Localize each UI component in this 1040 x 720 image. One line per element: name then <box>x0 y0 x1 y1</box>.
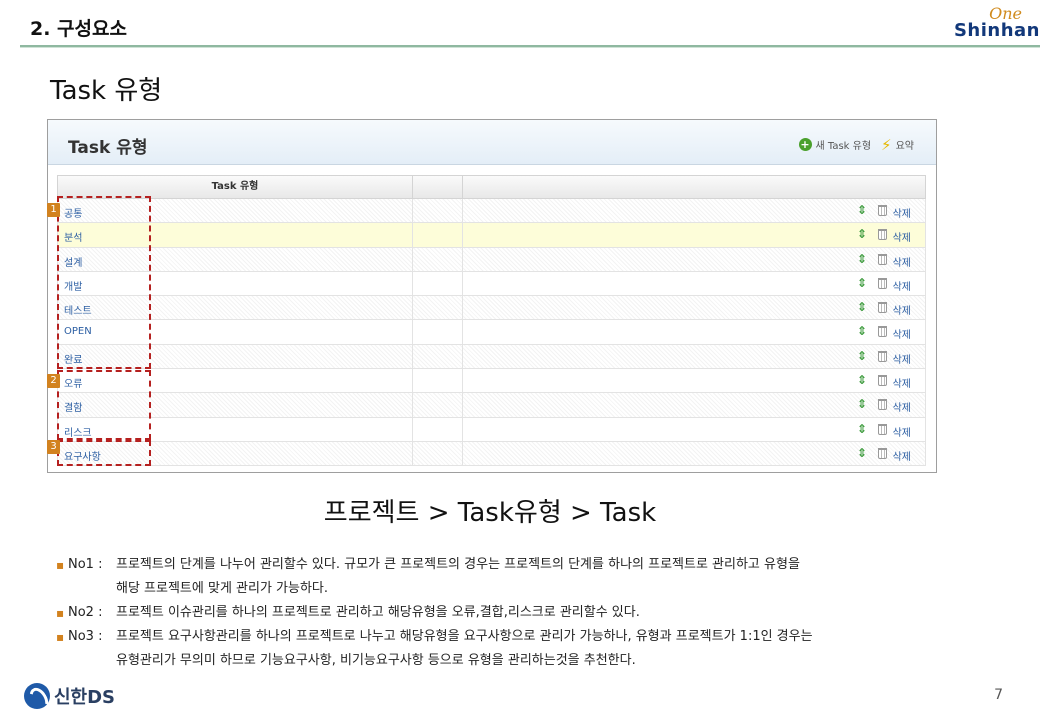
move-updown-icon[interactable]: ⇕ <box>857 446 867 460</box>
trash-icon[interactable] <box>878 326 887 338</box>
delete-link[interactable]: 삭제 <box>893 448 911 463</box>
move-updown-icon[interactable]: ⇕ <box>857 398 867 411</box>
note-item: ▪ No2 : 프로젝트 이슈관리를 하나의 프로젝트로 관리하고 해당유형을 … <box>56 601 1016 625</box>
table-row[interactable]: 오류 ⇕ 삭제 <box>57 369 926 394</box>
trash-icon[interactable] <box>878 253 887 265</box>
delete-link[interactable]: 삭제 <box>893 351 911 366</box>
delete-link[interactable]: 삭제 <box>893 254 911 269</box>
table-row[interactable]: 리스크 ⇕ 삭제 <box>57 417 926 442</box>
panel-actions: + 새 Task 유형 ⚡ 요약 <box>798 137 914 152</box>
trash-icon[interactable] <box>878 205 887 216</box>
shinhan-logo-icon <box>24 683 50 709</box>
note-text: 해당 프로젝트에 맞게 관리가 가능하다. <box>116 581 329 596</box>
column-header-task-type[interactable]: Task 유형 <box>58 176 413 198</box>
delete-link[interactable]: 삭제 <box>893 375 911 390</box>
task-type-panel: Task 유형 + 새 Task 유형 ⚡ 요약 Task 유형 공통 ⇕ 삭제 분… <box>47 119 937 473</box>
marker-3: 3 <box>47 440 60 454</box>
panel-title: Task 유형 <box>68 138 148 158</box>
navigation-path: 프로젝트 > Task유형 > Task <box>323 498 657 528</box>
trash-icon[interactable] <box>878 375 887 387</box>
summary-link[interactable]: 요약 <box>896 137 914 152</box>
note-number: No2 : <box>68 605 103 620</box>
annotation-box-1 <box>57 196 151 369</box>
delete-link[interactable]: 삭제 <box>893 302 911 317</box>
column-header-empty <box>413 176 463 198</box>
notes-list: ▪ No1 : 프로젝트의 단계를 나누어 관리할수 있다. 규모가 큰 프로젝… <box>56 553 1016 673</box>
footer-logo: 신한DS <box>24 683 115 709</box>
trash-icon[interactable] <box>878 423 887 435</box>
note-text: 프로젝트의 단계를 나누어 관리할수 있다. 규모가 큰 프로젝트의 경우는 프… <box>116 557 800 572</box>
table-row[interactable]: 테스트 ⇕ 삭제 <box>57 296 926 321</box>
trash-icon[interactable] <box>878 447 887 459</box>
panel-header: Task 유형 + 새 Task 유형 ⚡ 요약 <box>48 120 936 165</box>
trash-icon[interactable] <box>878 229 887 241</box>
delete-link[interactable]: 삭제 <box>893 278 911 293</box>
brand-logo-shinhan: Shinhan <box>953 20 1040 41</box>
note-text: 프로젝트 이슈관리를 하나의 프로젝트로 관리하고 해당유형을 오류,결합,리스… <box>116 605 640 620</box>
move-updown-icon[interactable]: ⇕ <box>857 252 867 266</box>
page-number: 7 <box>994 687 1003 703</box>
page-heading: Task 유형 <box>50 76 163 106</box>
table-row[interactable]: 분석 ⇕ 삭제 <box>57 223 926 248</box>
task-type-list: 공통 ⇕ 삭제 분석 ⇕ 삭제 설계 ⇕ 삭제 개발 ⇕ 삭제 테스트 ⇕ 삭제 OPEN ⇕ 삭제 완… <box>57 199 926 467</box>
table-row[interactable]: 요구사항 ⇕ 삭제 <box>57 441 926 467</box>
move-updown-icon[interactable]: ⇕ <box>857 301 867 314</box>
header-divider-light <box>20 47 1040 48</box>
note-text: 유형관리가 무의미 하므로 기능요구사항, 비기능요구사항 등으로 유형을 관리… <box>116 653 636 668</box>
delete-link[interactable]: 삭제 <box>893 205 911 220</box>
table-row[interactable]: 설계 ⇕ 삭제 <box>57 247 926 272</box>
note-item: ▪ No3 : 프로젝트 요구사항관리를 하나의 프로젝트로 나누고 해당유형을… <box>56 625 1016 673</box>
delete-link[interactable]: 삭제 <box>893 424 911 439</box>
footer-logo-text: 신한DS <box>54 687 116 708</box>
move-updown-icon[interactable]: ⇕ <box>857 228 867 241</box>
table-row[interactable]: 개발 ⇕ 삭제 <box>57 271 926 297</box>
bullet-icon: ▪ <box>56 630 65 644</box>
grid-header: Task 유형 <box>57 175 926 199</box>
table-row[interactable]: OPEN ⇕ 삭제 <box>57 320 926 345</box>
section-title: 2. 구성요소 <box>30 18 127 40</box>
note-number: No1 : <box>68 557 103 572</box>
trash-icon[interactable] <box>878 399 887 411</box>
move-updown-icon[interactable]: ⇕ <box>857 325 867 338</box>
marker-2: 2 <box>47 374 60 388</box>
trash-icon[interactable] <box>878 302 887 314</box>
bullet-icon: ▪ <box>56 606 65 620</box>
delete-link[interactable]: 삭제 <box>893 326 911 341</box>
new-task-type-link[interactable]: 새 Task 유형 <box>816 137 872 152</box>
table-row[interactable]: 완료 ⇕ 삭제 <box>57 344 926 370</box>
marker-1: 1 <box>47 203 60 217</box>
move-updown-icon[interactable]: ⇕ <box>857 276 867 290</box>
note-text: 프로젝트 요구사항관리를 하나의 프로젝트로 나누고 해당유형을 요구사항으로 … <box>116 629 813 644</box>
bolt-icon[interactable]: ⚡ <box>881 137 892 152</box>
annotation-box-3 <box>57 440 151 466</box>
move-updown-icon[interactable]: ⇕ <box>857 422 867 436</box>
slide-header: 2. 구성요소 One Shinhan <box>0 0 1040 48</box>
delete-link[interactable]: 삭제 <box>893 399 911 414</box>
move-updown-icon[interactable]: ⇕ <box>857 204 867 217</box>
move-updown-icon[interactable]: ⇕ <box>857 374 867 387</box>
bullet-icon: ▪ <box>56 558 65 572</box>
annotation-box-2 <box>57 370 151 440</box>
move-updown-icon[interactable]: ⇕ <box>857 349 867 363</box>
table-row[interactable]: 결함 ⇕ 삭제 <box>57 393 926 418</box>
trash-icon[interactable] <box>878 350 887 362</box>
trash-icon[interactable] <box>878 277 887 289</box>
note-number: No3 : <box>68 629 103 644</box>
table-row[interactable]: 공통 ⇕ 삭제 <box>57 199 926 224</box>
note-item: ▪ No1 : 프로젝트의 단계를 나누어 관리할수 있다. 규모가 큰 프로젝… <box>56 553 1016 601</box>
add-icon[interactable]: + <box>798 138 812 151</box>
delete-link[interactable]: 삭제 <box>893 229 911 244</box>
